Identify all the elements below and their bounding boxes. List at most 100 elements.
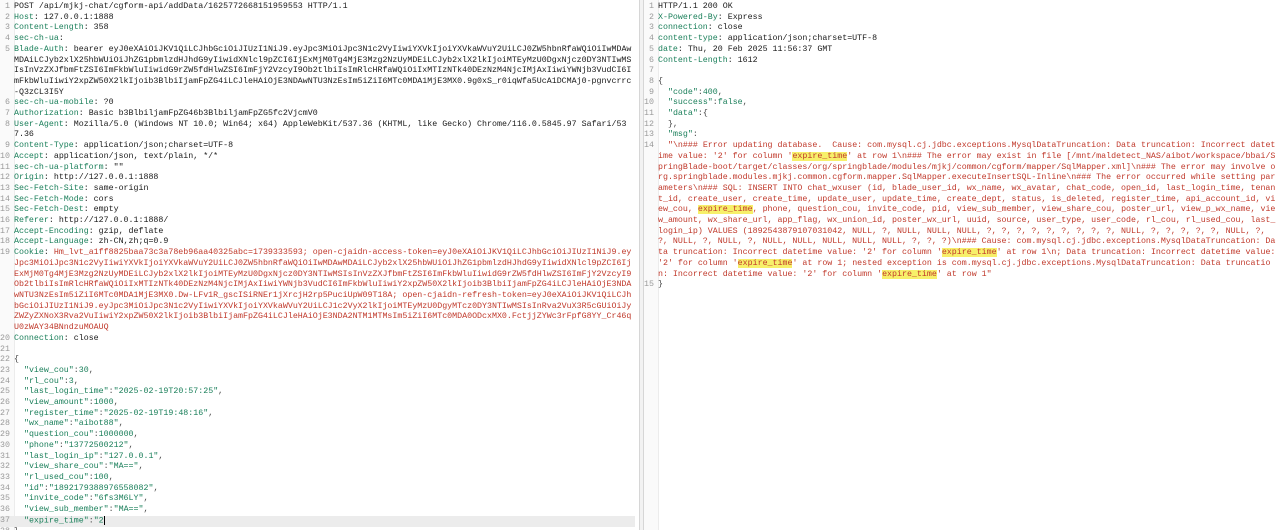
request-header-line[interactable]: 20 Connection: close <box>0 334 635 345</box>
line-text: "last_login_ip":"127.0.0.1", <box>14 452 635 463</box>
request-lines[interactable]: 1 POST /api/mjkj-chat/cgform-api/addData/… <box>0 2 635 530</box>
request-header-line[interactable]: 15 Sec-Fetch-Dest: empty <box>0 205 635 216</box>
json-field-line[interactable]: 26 "view_amount":1000, <box>0 398 635 409</box>
json-brace: { <box>14 355 19 365</box>
request-cookie-line[interactable]: 19 Cookie: Hm_lvt_a1ff8825baa73c3a78eb96a… <box>0 248 635 334</box>
header-value: zh-CN,zh;q=0.9 <box>93 237 169 247</box>
json-comma: , <box>218 387 224 397</box>
line-number: 25 <box>0 387 10 397</box>
request-header-line[interactable]: 16 Referer: http://127.0.0.1:1888/ <box>0 216 635 227</box>
json-field-line[interactable]: 30 "phone":"13772500212", <box>0 441 635 452</box>
json-field-line[interactable]: 28 "wx_name":"aibot88", <box>0 419 635 430</box>
line-number: 7 <box>5 109 10 119</box>
json-close-line[interactable]: 15} <box>644 280 1276 291</box>
line-number: 30 <box>0 440 10 450</box>
json-open-line[interactable]: 8{ <box>644 77 1276 88</box>
response-header-line[interactable]: 5 date: Thu, 20 Feb 2025 11:56:37 GMT <box>644 45 1276 56</box>
text-caret <box>103 515 105 525</box>
response-header-line[interactable]: 3 connection: close <box>644 23 1276 34</box>
json-field-line[interactable]: 31 "last_login_ip":"127.0.0.1", <box>0 452 635 463</box>
request-header-line[interactable]: 18 Accept-Language: zh-CN,zh;q=0.9 <box>0 237 635 248</box>
line-number: 5 <box>5 44 10 54</box>
blank-line[interactable]: 7 <box>644 66 1276 77</box>
json-value: 30 <box>78 365 89 375</box>
line-text: { <box>14 355 635 366</box>
json-field-line[interactable]: 11 "data":{ <box>644 109 1276 120</box>
request-header-line[interactable]: 12 Origin: http://127.0.0.1:1888 <box>0 173 635 184</box>
line-number: 12 <box>0 173 10 183</box>
request-header-line[interactable]: 7 Authorization: Basic b3BlbiljamFpZG46b3… <box>0 109 635 120</box>
request-header-line[interactable]: 13 Sec-Fetch-Site: same-origin <box>0 184 635 195</box>
line-text: connection: close <box>658 23 1276 34</box>
json-value: "2025-02-19T19:48:16" <box>103 408 209 418</box>
json-key: "id" <box>23 483 44 493</box>
header-value: "" <box>108 162 124 172</box>
search-highlight: expire_time <box>882 269 937 279</box>
request-header-line[interactable]: 4 sec-ch-ua: <box>0 34 635 45</box>
json-field-line[interactable]: 24 "rl_cou":3, <box>0 377 635 388</box>
json-field-line[interactable]: 27 "register_time":"2025-02-19T19:48:16"… <box>0 409 635 420</box>
request-header-line[interactable]: 11 sec-ch-ua-platform: "" <box>0 163 635 174</box>
request-header-line[interactable]: 17 Accept-Encoding: gzip, deflate <box>0 227 635 238</box>
header-colon: : <box>58 34 64 44</box>
line-text <box>14 345 635 356</box>
request-line[interactable]: 1 POST /api/mjkj-chat/cgform-api/addData/… <box>0 2 635 13</box>
json-brace: { <box>658 76 663 86</box>
line-text: "rl_used_cou":100, <box>14 473 635 484</box>
header-value: application/json;charset=UTF-8 <box>722 34 878 44</box>
response-header-line[interactable]: 4 content-type: application/json;charset=… <box>644 34 1276 45</box>
line-text: { <box>658 77 1276 88</box>
error-message-line[interactable]: 14 "\n### Error updating database. Cause… <box>644 141 1276 280</box>
response-header-line[interactable]: 6 Content-Length: 1612 <box>644 56 1276 67</box>
json-field-line[interactable]: 9 "code":400, <box>644 88 1276 99</box>
request-header-line[interactable]: 8 User-Agent: Mozilla/5.0 (Windows NT 10.… <box>0 120 635 141</box>
line-number: 22 <box>0 355 10 365</box>
header-key: sec-ch-ua-mobile <box>14 98 94 108</box>
json-key: "code" <box>667 87 698 97</box>
json-field-line[interactable]: 23 "view_cou":30, <box>0 366 635 377</box>
line-number: 15 <box>644 280 654 290</box>
json-field-line[interactable]: 36 "view_sub_member":"MA==", <box>0 505 635 516</box>
response-pane[interactable]: 1 HTTP/1.1 200 OK 2 X-Powered-By: Express 3 c… <box>644 0 1280 530</box>
json-field-line[interactable]: 13 "msg": <box>644 130 1276 141</box>
current-edit-line[interactable]: 37 "expire_time":"2 <box>0 515 635 528</box>
line-text: "expire_time":"2 <box>14 515 635 527</box>
header-value: bearer eyJ0eXAiOiJKV1QiLCJhbGciOiJIUzI1N… <box>14 44 632 97</box>
header-key: Content-Length <box>658 55 728 65</box>
status-line[interactable]: 1 HTTP/1.1 200 OK <box>644 2 1276 13</box>
json-field-line[interactable]: 25 "last_login_time":"2025-02-19T20:57:2… <box>0 387 635 398</box>
line-number: 11 <box>644 109 654 119</box>
json-field-line[interactable]: 29 "question_cou":1000000, <box>0 430 635 441</box>
request-header-line[interactable]: 2 Host: 127.0.0.1:1888 <box>0 13 635 24</box>
header-value: http://127.0.0.1:1888/ <box>53 216 169 226</box>
request-line-text: POST /api/mjkj-chat/cgform-api/addData/1… <box>14 2 348 11</box>
header-value: Mozilla/5.0 (Windows NT 10.0; Win64; x64… <box>14 119 627 140</box>
response-header-line[interactable]: 2 X-Powered-By: Express <box>644 13 1276 24</box>
request-header-line[interactable]: 5 Blade-Auth: bearer eyJ0eXAiOiJKV1QiLCJh… <box>0 45 635 99</box>
request-header-line[interactable]: 3 Content-Length: 358 <box>0 23 635 34</box>
response-lines[interactable]: 1 HTTP/1.1 200 OK 2 X-Powered-By: Express 3 c… <box>644 2 1276 291</box>
header-value: 358 <box>88 23 109 33</box>
request-header-line[interactable]: 10 Accept: application/json, text/plain, … <box>0 152 635 163</box>
json-field-line[interactable]: 32 "view_share_cou":"MA==", <box>0 462 635 473</box>
json-key: "view_amount" <box>23 398 89 408</box>
line-number: 6 <box>649 55 654 65</box>
json-value: "6fs3M6LY" <box>93 494 144 504</box>
header-key: Cookie <box>14 248 44 258</box>
request-pane[interactable]: 1 POST /api/mjkj-chat/cgform-api/addData/… <box>0 0 639 530</box>
request-header-line[interactable]: 6 sec-ch-ua-mobile: ?0 <box>0 98 635 109</box>
json-field-line[interactable]: 35 "invite_code":"6fs3M6LY", <box>0 494 635 505</box>
json-open-line[interactable]: 22 { <box>0 355 635 366</box>
request-header-line[interactable]: 9 Content-Type: application/json;charset=… <box>0 141 635 152</box>
line-number: 13 <box>644 130 654 140</box>
json-field-line[interactable]: 12 }, <box>644 120 1276 131</box>
request-header-line[interactable]: 14 Sec-Fetch-Mode: cors <box>0 195 635 206</box>
json-comma: , <box>113 398 119 408</box>
json-field-line[interactable]: 33 "rl_used_cou":100, <box>0 473 635 484</box>
line-number: 21 <box>0 344 10 354</box>
status-line-text: HTTP/1.1 200 OK <box>658 2 733 11</box>
json-field-line[interactable]: 10 "success":false, <box>644 98 1276 109</box>
line-number: 10 <box>644 98 654 108</box>
blank-line[interactable]: 21 <box>0 345 635 356</box>
json-field-line[interactable]: 34 "id":"1892179388976558082", <box>0 484 635 495</box>
